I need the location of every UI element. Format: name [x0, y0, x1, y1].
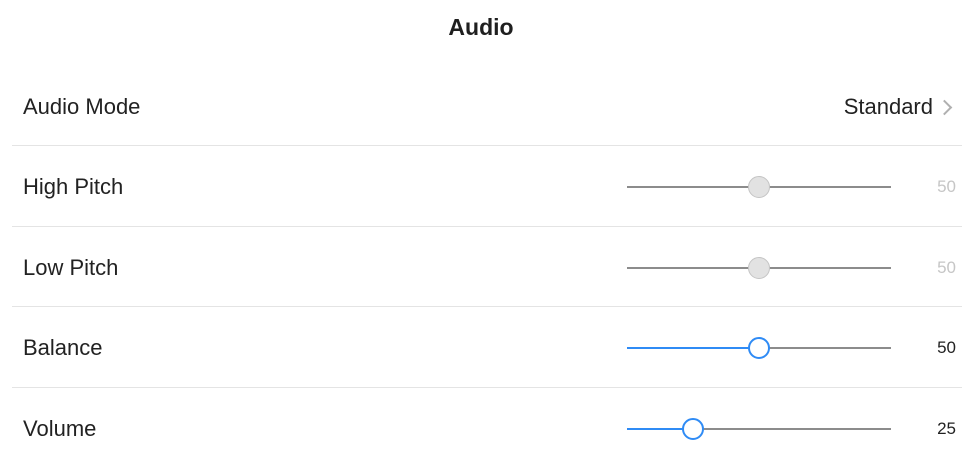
page-title: Audio — [448, 14, 514, 40]
divider — [12, 387, 962, 388]
slider-thumb[interactable] — [748, 337, 770, 359]
divider — [12, 145, 962, 146]
balance-row: Balance 50 — [0, 308, 962, 388]
audio-mode-value: Standard — [843, 94, 933, 119]
high-pitch-value: 50 — [937, 177, 956, 196]
low-pitch-slider[interactable] — [627, 253, 891, 283]
volume-row: Volume 25 — [0, 389, 962, 469]
high-pitch-row: High Pitch 50 — [0, 147, 962, 227]
volume-value: 25 — [937, 419, 956, 438]
audio-mode-selector[interactable]: Standard — [843, 67, 953, 147]
volume-slider[interactable] — [627, 414, 891, 444]
balance-value: 50 — [937, 338, 956, 357]
divider — [12, 306, 962, 307]
low-pitch-label: Low Pitch — [23, 255, 119, 280]
audio-mode-label: Audio Mode — [23, 94, 141, 119]
high-pitch-slider[interactable] — [627, 172, 891, 202]
slider-thumb[interactable] — [682, 418, 704, 440]
divider — [12, 226, 962, 227]
volume-label: Volume — [23, 416, 97, 441]
slider-thumb[interactable] — [748, 176, 770, 198]
balance-label: Balance — [23, 335, 103, 360]
high-pitch-label: High Pitch — [23, 174, 124, 199]
slider-thumb[interactable] — [748, 257, 770, 279]
audio-mode-row[interactable]: Audio Mode Standard — [0, 67, 962, 147]
low-pitch-row: Low Pitch 50 — [0, 228, 962, 308]
low-pitch-value: 50 — [937, 258, 956, 277]
slider-fill — [627, 347, 759, 349]
chevron-right-icon — [936, 99, 953, 115]
balance-slider[interactable] — [627, 333, 891, 363]
